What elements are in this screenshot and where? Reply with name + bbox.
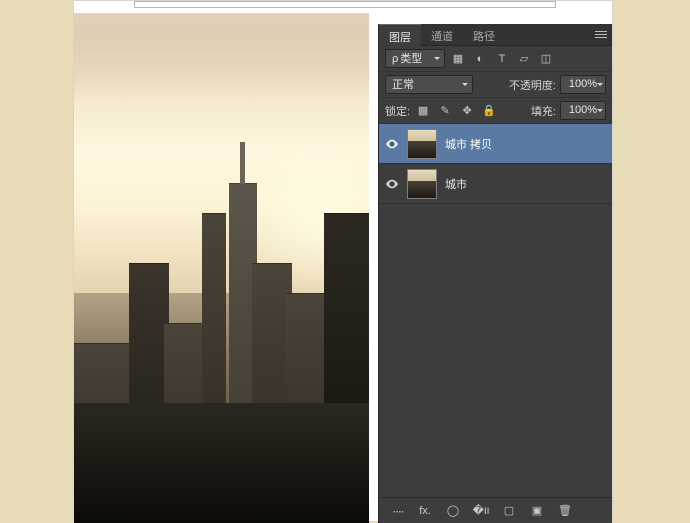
layer-name[interactable]: 城市 拷贝: [445, 136, 492, 152]
link-layers-icon[interactable]: ᠁: [389, 503, 405, 519]
filter-kind-select[interactable]: ρ类型: [385, 49, 445, 68]
filter-row: ρ类型 ▦ ◐ T ▱ ◫: [379, 46, 612, 72]
lock-row: 锁定: ▩ ✎ ✥ 🔒 填充: 100%: [379, 98, 612, 124]
opacity-label: 不透明度:: [509, 77, 556, 93]
filter-kind-label: 类型: [400, 53, 422, 65]
lock-pixels-icon[interactable]: ▩: [414, 102, 432, 120]
tab-channels[interactable]: 通道: [421, 24, 463, 46]
layer-thumbnail[interactable]: [407, 169, 437, 199]
layers-panel: 图层 通道 路径 ρ类型 ▦ ◐ T ▱ ◫ 正常 不透明度: 100% 锁定:…: [378, 24, 612, 523]
tab-layers[interactable]: 图层: [379, 24, 421, 46]
panel-tabs: 图层 通道 路径: [379, 24, 612, 46]
blend-mode-select[interactable]: 正常: [385, 75, 473, 94]
filter-image-icon[interactable]: ▦: [449, 50, 467, 68]
panel-menu-icon[interactable]: [590, 24, 612, 45]
layer-thumbnail[interactable]: [407, 129, 437, 159]
trash-icon[interactable]: 🗑: [557, 503, 573, 519]
layer-list: 城市 拷贝 城市: [379, 124, 612, 497]
visibility-toggle-icon[interactable]: [385, 177, 399, 191]
document-canvas[interactable]: [74, 13, 369, 523]
group-icon[interactable]: ▢: [501, 503, 517, 519]
panel-bottom-bar: ᠁ fx. ◯ �װ ▢ ▣ 🗑: [379, 497, 612, 523]
photo-foreground: [74, 403, 369, 523]
new-layer-icon[interactable]: ▣: [529, 503, 545, 519]
layer-name[interactable]: 城市: [445, 176, 467, 192]
fill-label: 填充:: [531, 103, 556, 119]
tab-paths[interactable]: 路径: [463, 24, 505, 46]
filter-smart-icon[interactable]: ◫: [537, 50, 555, 68]
filter-adjust-icon[interactable]: ◐: [471, 50, 489, 68]
layer-row[interactable]: 城市 拷贝: [379, 124, 612, 164]
layer-row[interactable]: 城市: [379, 164, 612, 204]
title-bar-fragment: [134, 1, 556, 8]
filter-type-icon[interactable]: T: [493, 50, 511, 68]
lock-move-icon[interactable]: ✥: [458, 102, 476, 120]
filter-shape-icon[interactable]: ▱: [515, 50, 533, 68]
blend-row: 正常 不透明度: 100%: [379, 72, 612, 98]
lock-brush-icon[interactable]: ✎: [436, 102, 454, 120]
lock-label: 锁定:: [385, 103, 410, 119]
visibility-toggle-icon[interactable]: [385, 137, 399, 151]
lock-all-icon[interactable]: 🔒: [480, 102, 498, 120]
opacity-field[interactable]: 100%: [560, 75, 606, 94]
adjustment-layer-icon[interactable]: �װ: [473, 503, 489, 519]
fx-icon[interactable]: fx.: [417, 503, 433, 519]
photo-cloud: [74, 13, 369, 103]
mask-icon[interactable]: ◯: [445, 503, 461, 519]
fill-field[interactable]: 100%: [560, 101, 606, 120]
